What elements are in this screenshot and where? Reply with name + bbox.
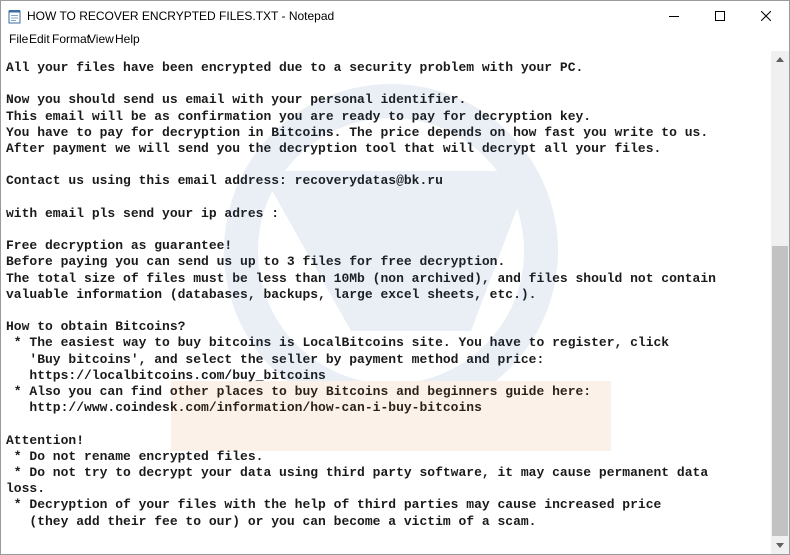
- text-line: All your files have been encrypted due t…: [6, 60, 584, 75]
- text-line: After payment we will send you the decry…: [6, 141, 662, 157]
- menu-file[interactable]: File: [9, 32, 28, 46]
- text-line: * Do not try to decrypt your data using …: [6, 465, 709, 481]
- text-line: 'Buy bitcoins', and select the seller by…: [6, 351, 545, 367]
- menu-view[interactable]: View: [88, 32, 114, 46]
- document-text: All your files have been encrypted due t…: [6, 60, 716, 530]
- scroll-thumb[interactable]: [772, 246, 788, 536]
- text-line: Now you should send us email with your p…: [6, 92, 467, 108]
- text-line: How to obtain Bitcoins?: [6, 319, 186, 335]
- text-editor[interactable]: All your files have been encrypted due t…: [1, 51, 771, 554]
- text-line: Attention!: [6, 432, 85, 448]
- notepad-icon: [8, 10, 21, 24]
- minimize-icon: [669, 16, 679, 17]
- maximize-icon: [715, 11, 725, 21]
- text-line: http://www.coindesk.com/information/how-…: [6, 400, 482, 416]
- close-button[interactable]: [743, 1, 789, 31]
- minimize-button[interactable]: [651, 1, 697, 31]
- text-line: You have to pay for decryption in Bitcoi…: [6, 124, 709, 140]
- maximize-button[interactable]: [697, 1, 743, 31]
- text-line: * The easiest way to buy bitcoins is Loc…: [6, 335, 670, 351]
- text-line: (they add their fee to our) or you can b…: [6, 513, 537, 529]
- scroll-up-button[interactable]: [771, 51, 789, 68]
- text-line: * Also you can find other places to buy …: [6, 384, 592, 400]
- title-bar[interactable]: HOW TO RECOVER ENCRYPTED FILES.TXT - Not…: [1, 1, 789, 31]
- menu-bar: File Edit Format View Help: [1, 31, 789, 50]
- text-line: loss.: [6, 481, 46, 497]
- text-line: https://localbitcoins.com/buy_bitcoins: [6, 367, 326, 383]
- menu-help[interactable]: Help: [115, 32, 140, 46]
- vertical-scrollbar[interactable]: [771, 51, 789, 554]
- menu-format[interactable]: Format: [52, 32, 90, 46]
- close-icon: [761, 11, 771, 21]
- notepad-window: HOW TO RECOVER ENCRYPTED FILES.TXT - Not…: [0, 0, 790, 555]
- text-line: Before paying you can send us up to 3 fi…: [6, 254, 506, 270]
- window-title: HOW TO RECOVER ENCRYPTED FILES.TXT - Not…: [27, 9, 335, 23]
- scroll-up-arrow-icon: [776, 57, 784, 62]
- text-line: The total size of files must be less tha…: [6, 270, 716, 286]
- text-line: * Do not rename encrypted files.: [6, 448, 264, 464]
- text-line: Contact us using this email address: rec…: [6, 173, 443, 189]
- text-line: valuable information (databases, backups…: [6, 286, 537, 302]
- text-line: with email pls send your ip adres :: [6, 205, 280, 221]
- text-line: Free decryption as guarantee!: [6, 238, 233, 254]
- text-line: * Decryption of your files with the help…: [6, 497, 662, 513]
- text-line: This email will be as confirmation you a…: [6, 108, 592, 124]
- scroll-down-arrow-icon: [776, 543, 784, 548]
- scroll-down-button[interactable]: [771, 537, 789, 554]
- menu-edit[interactable]: Edit: [29, 32, 50, 46]
